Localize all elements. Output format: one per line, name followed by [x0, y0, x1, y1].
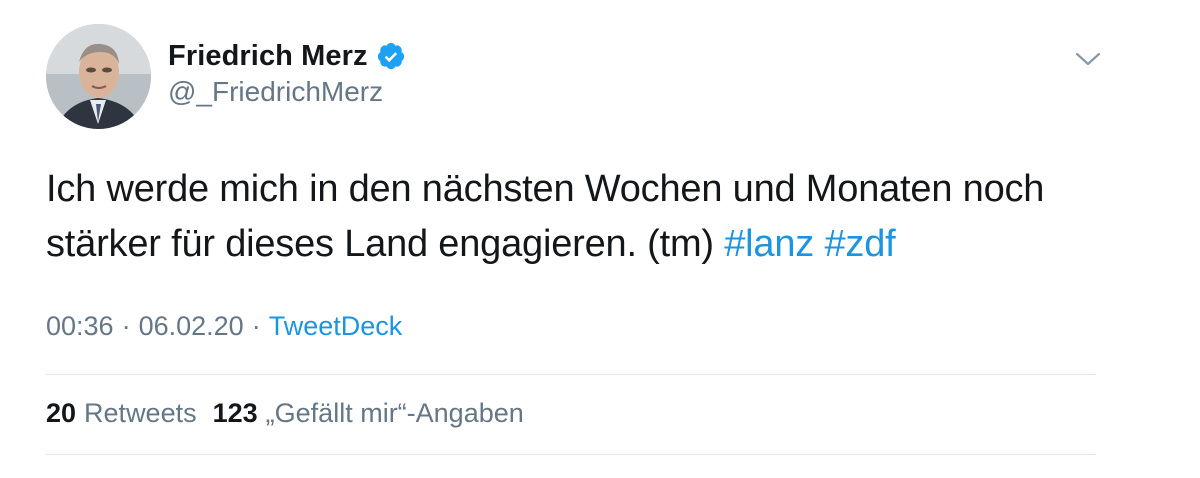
- chevron-down-icon[interactable]: [1073, 48, 1103, 70]
- tweet-text: Ich werde mich in den nächsten Wochen un…: [46, 162, 1146, 272]
- divider: [46, 374, 1096, 375]
- meta-separator: ·: [251, 311, 261, 341]
- tweet-date[interactable]: 06.02.20: [139, 311, 244, 342]
- verified-badge-icon: [376, 41, 406, 71]
- tweet-meta: 00:36 · 06.02.20 · TweetDeck: [46, 311, 402, 342]
- likes-stat[interactable]: 123 „Gefällt mir“-Angaben: [213, 398, 524, 429]
- author-name-row[interactable]: Friedrich Merz: [168, 36, 406, 76]
- avatar[interactable]: [46, 24, 151, 129]
- hashtag-link[interactable]: #lanz: [724, 223, 814, 265]
- author-display-name[interactable]: Friedrich Merz: [168, 40, 368, 73]
- author-handle[interactable]: @_FriedrichMerz: [168, 76, 383, 108]
- hashtag-link[interactable]: #zdf: [824, 223, 895, 265]
- tweet-stats: 20 Retweets 123 „Gefällt mir“-Angaben: [46, 398, 524, 429]
- tweet-card: Friedrich Merz @_FriedrichMerz Ich werde…: [0, 0, 1200, 478]
- likes-label: „Gefällt mir“-Angaben: [265, 398, 524, 428]
- retweets-stat[interactable]: 20 Retweets: [46, 398, 197, 429]
- likes-count: 123: [212, 398, 258, 428]
- tweet-source-link[interactable]: TweetDeck: [269, 311, 403, 342]
- tweet-time[interactable]: 00:36: [46, 311, 114, 342]
- retweets-label: Retweets: [84, 398, 197, 428]
- divider: [46, 454, 1096, 455]
- retweets-count: 20: [46, 398, 77, 428]
- meta-separator: ·: [121, 311, 131, 341]
